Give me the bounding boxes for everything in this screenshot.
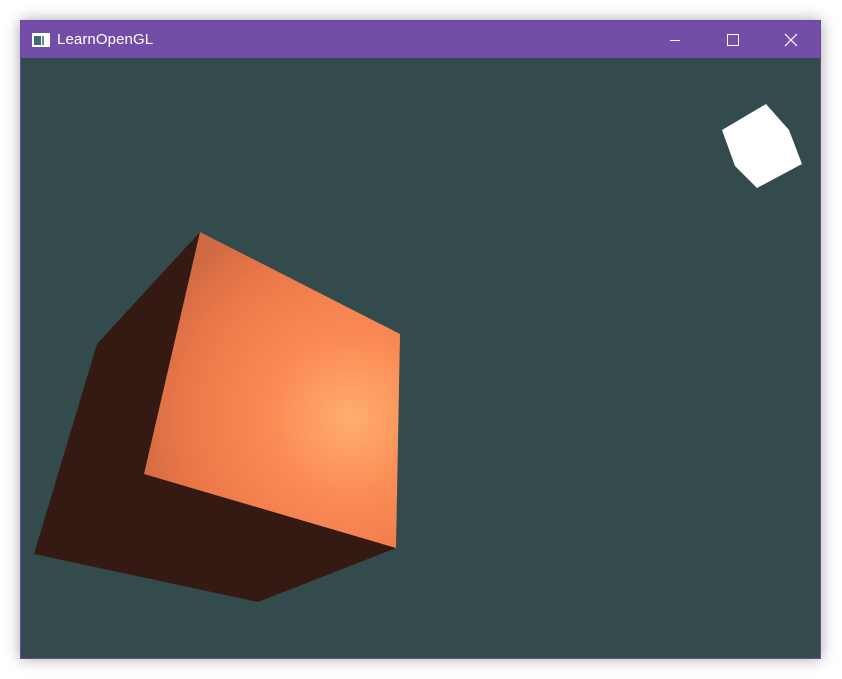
app-icon[interactable] [30, 29, 52, 51]
minimize-button[interactable] [646, 21, 704, 58]
minimize-icon [670, 39, 680, 41]
light-source-cube [722, 104, 802, 188]
title-bar[interactable]: LearnOpenGL [21, 21, 820, 58]
maximize-icon [727, 33, 739, 46]
app-window: LearnOpenGL [20, 20, 821, 659]
close-button[interactable] [762, 21, 820, 58]
scene-canvas [34, 104, 802, 602]
opengl-viewport[interactable] [21, 58, 820, 658]
maximize-button[interactable] [704, 21, 762, 58]
window-controls [646, 21, 820, 58]
close-icon [784, 33, 798, 46]
window-title: LearnOpenGL [57, 31, 154, 48]
